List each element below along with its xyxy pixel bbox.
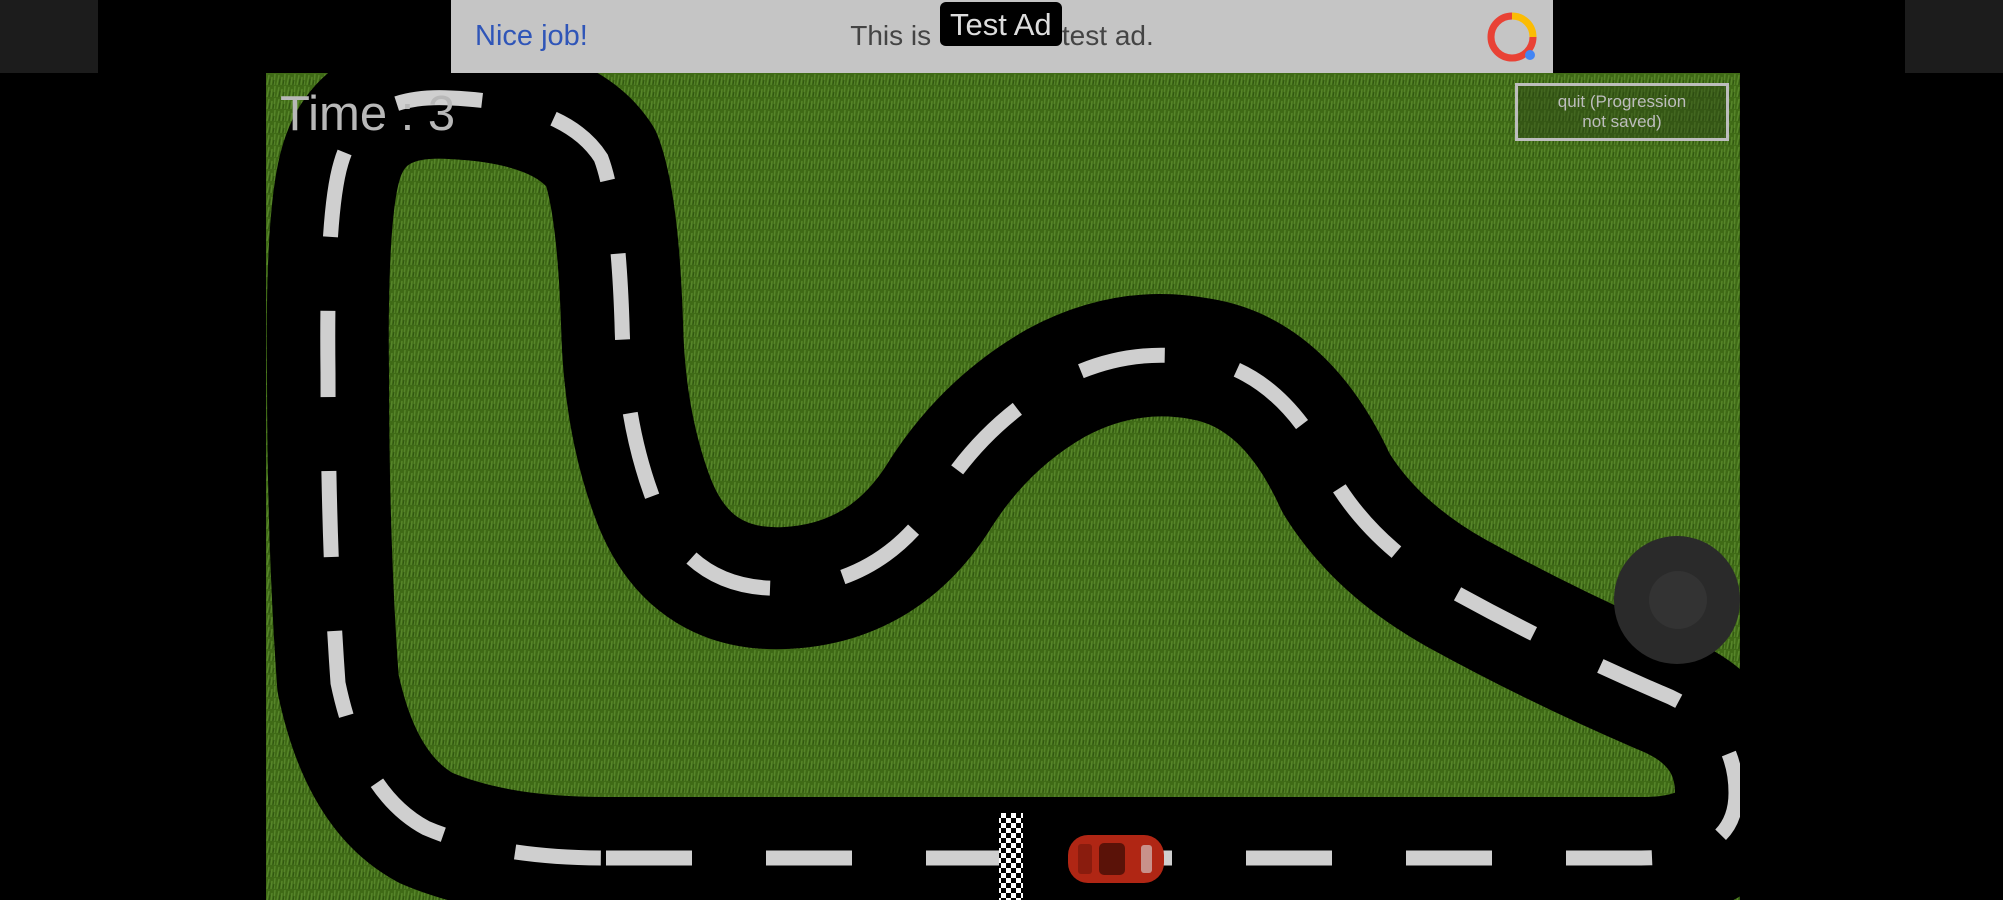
test-ad-tag: Test Ad — [940, 2, 1062, 46]
game-field — [266, 73, 1740, 900]
red-race-car — [1068, 835, 1164, 883]
top-left-bar — [0, 0, 98, 73]
timer-display: Time : 3 — [280, 87, 456, 141]
quit-button-line1: quit (Progression — [1557, 92, 1687, 111]
finish-line — [999, 813, 1023, 900]
quit-button-line2: not saved) — [1582, 112, 1662, 131]
virtual-joystick-icon[interactable] — [1614, 536, 1740, 664]
google-ads-logo-icon[interactable] — [1485, 10, 1539, 64]
top-right-bar — [1905, 0, 2003, 73]
quit-button[interactable]: quit (Progression not saved) — [1515, 83, 1729, 141]
joystick-knob[interactable] — [1649, 571, 1707, 629]
